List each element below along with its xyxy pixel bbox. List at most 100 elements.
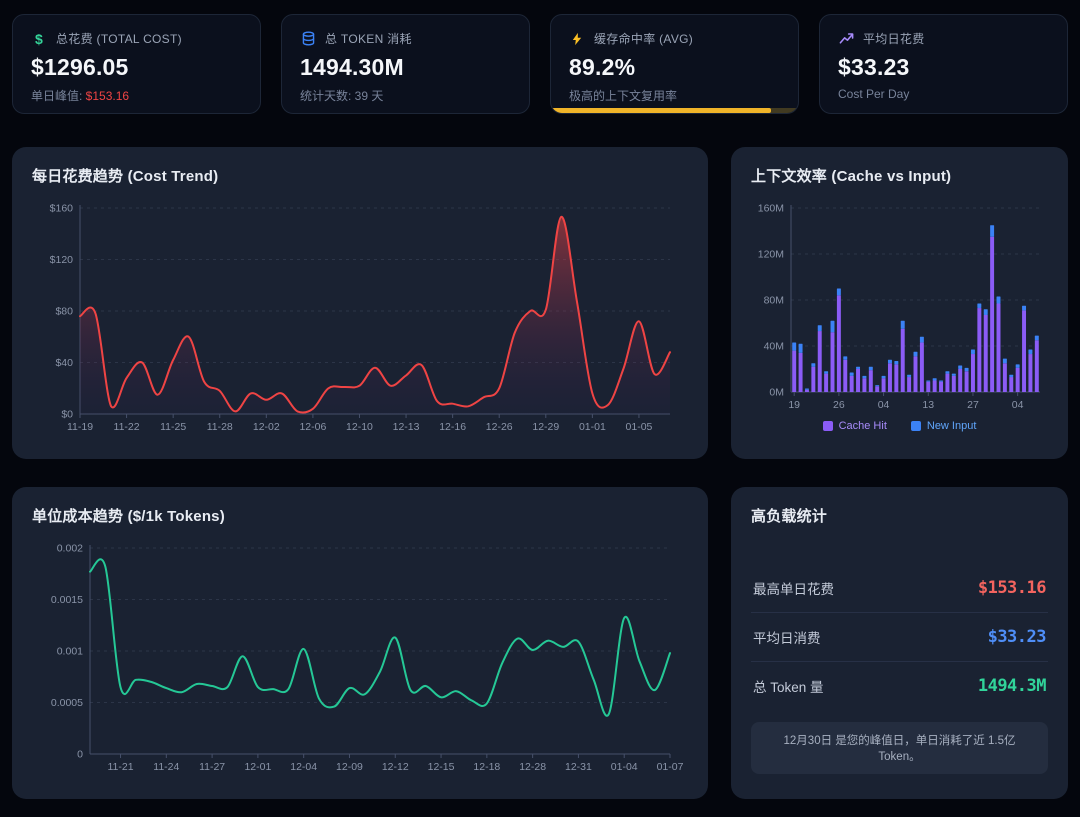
svg-text:40M: 40M bbox=[764, 341, 784, 353]
cache-vs-input-panel: 上下文效率 (Cache vs Input) 0M 40M 80M 120M 160M 1… bbox=[731, 147, 1068, 459]
database-icon bbox=[300, 31, 316, 47]
card-subtext: 统计天数: 39 天 bbox=[300, 87, 511, 104]
svg-text:12-13: 12-13 bbox=[393, 421, 420, 433]
svg-text:12-10: 12-10 bbox=[346, 421, 373, 433]
svg-text:12-09: 12-09 bbox=[336, 761, 363, 773]
card-header: 总 TOKEN 消耗 bbox=[300, 30, 511, 47]
trend-up-icon bbox=[838, 31, 854, 47]
total-tokens-card: 总 TOKEN 消耗 1494.30M 统计天数: 39 天 bbox=[281, 14, 530, 114]
peak-day-note: 12月30日 是您的峰值日，单日消耗了近 1.5亿 Token。 bbox=[751, 722, 1048, 774]
svg-text:12-26: 12-26 bbox=[486, 421, 513, 433]
row-label: 平均日消费 bbox=[753, 627, 821, 647]
svg-text:0: 0 bbox=[77, 749, 83, 761]
svg-text:0M: 0M bbox=[769, 387, 784, 399]
svg-text:13: 13 bbox=[922, 399, 934, 411]
cache-progress-track bbox=[551, 108, 798, 113]
svg-text:0.0015: 0.0015 bbox=[51, 594, 83, 606]
high-load-row-avg-daily: 平均日消费 $33.23 bbox=[751, 613, 1048, 662]
svg-text:$160: $160 bbox=[50, 203, 74, 215]
cache-vs-input-chart: 0M40M80M120M160M192604132704 bbox=[751, 196, 1048, 418]
cost-trend-chart: $0$40$80$120$16011-1911-2211-2511-2812-0… bbox=[32, 196, 686, 440]
svg-text:12-06: 12-06 bbox=[299, 421, 326, 433]
svg-text:12-01: 12-01 bbox=[244, 761, 271, 773]
svg-text:12-31: 12-31 bbox=[565, 761, 592, 773]
svg-text:11-28: 11-28 bbox=[207, 421, 233, 433]
svg-text:12-28: 12-28 bbox=[519, 761, 546, 773]
avg-daily-cost-value: $33.23 bbox=[838, 54, 1049, 81]
card-label: 总花费 (TOTAL COST) bbox=[56, 30, 182, 47]
cache-progress-fill bbox=[551, 108, 771, 113]
card-label: 平均日花费 bbox=[863, 30, 925, 47]
svg-text:120M: 120M bbox=[758, 249, 784, 261]
svg-text:04: 04 bbox=[1012, 399, 1024, 411]
card-header: $ 总花费 (TOTAL COST) bbox=[31, 30, 242, 47]
avg-daily-cost-card: 平均日花费 $33.23 Cost Per Day bbox=[819, 14, 1068, 114]
legend-label: Cache Hit bbox=[839, 420, 887, 432]
cost-trend-panel: 每日花费趋势 (Cost Trend) $0 $40 $80 $120 $160 11-1… bbox=[12, 147, 708, 459]
peak-value: $153.16 bbox=[86, 89, 129, 103]
card-subtext: 单日峰值: $153.16 bbox=[31, 87, 242, 104]
svg-text:11-27: 11-27 bbox=[199, 761, 225, 773]
card-header: 缓存命中率 (AVG) bbox=[569, 30, 780, 47]
svg-text:19: 19 bbox=[788, 399, 800, 411]
svg-text:11-19: 11-19 bbox=[67, 421, 93, 433]
svg-text:11-21: 11-21 bbox=[107, 761, 133, 773]
unit-cost-chart: 0 0.0005 0.001 0.0015 0.002 11-21 11-24 11-27 12… bbox=[32, 536, 686, 780]
high-load-row-max-daily: 最高单日花费 $153.16 bbox=[751, 564, 1048, 613]
svg-text:0.002: 0.002 bbox=[57, 543, 83, 555]
svg-text:12-16: 12-16 bbox=[439, 421, 466, 433]
svg-text:0.001: 0.001 bbox=[57, 646, 83, 658]
legend-item-new-input[interactable]: New Input bbox=[911, 420, 977, 432]
svg-text:12-02: 12-02 bbox=[253, 421, 280, 433]
high-load-title: 高负载统计 bbox=[751, 505, 1048, 526]
card-subtext: 极高的上下文复用率 bbox=[569, 87, 780, 104]
high-load-rows: 最高单日花费 $153.16 平均日消费 $33.23 总 Token 量 14… bbox=[751, 564, 1048, 710]
cache-hit-swatch bbox=[823, 421, 833, 431]
cache-hit-rate-value: 89.2% bbox=[569, 54, 780, 81]
svg-text:12-18: 12-18 bbox=[473, 761, 500, 773]
svg-text:12-04: 12-04 bbox=[290, 761, 317, 773]
card-subtext: Cost Per Day bbox=[838, 87, 1049, 101]
high-load-panel: 高负载统计 最高单日花费 $153.16 平均日消费 $33.23 总 Toke… bbox=[731, 487, 1068, 799]
svg-text:$40: $40 bbox=[55, 357, 73, 369]
row-label: 最高单日花费 bbox=[753, 578, 834, 598]
unit-cost-panel: 单位成本趋势 ($/1k Tokens) 00.00050.0010.00150… bbox=[12, 487, 708, 799]
svg-text:$120: $120 bbox=[50, 254, 74, 266]
svg-text:11-22: 11-22 bbox=[114, 421, 140, 433]
dashboard-page: $ 总花费 (TOTAL COST) $1296.05 单日峰值: $153.1… bbox=[0, 0, 1080, 813]
svg-text:26: 26 bbox=[833, 399, 845, 411]
svg-text:12-12: 12-12 bbox=[382, 761, 409, 773]
cost-trend-title: 每日花费趋势 (Cost Trend) bbox=[32, 165, 688, 186]
total-cost-card: $ 总花费 (TOTAL COST) $1296.05 单日峰值: $153.1… bbox=[12, 14, 261, 114]
total-tokens-value: 1494.30M bbox=[300, 54, 511, 81]
svg-text:11-24: 11-24 bbox=[153, 761, 179, 773]
max-daily-cost-value: $153.16 bbox=[978, 578, 1046, 598]
svg-text:27: 27 bbox=[967, 399, 979, 411]
avg-daily-spend-value: $33.23 bbox=[988, 627, 1046, 647]
cache-hit-rate-card: 缓存命中率 (AVG) 89.2% 极高的上下文复用率 bbox=[550, 14, 799, 114]
svg-text:160M: 160M bbox=[758, 203, 784, 215]
stat-cards-row: $ 总花费 (TOTAL COST) $1296.05 单日峰值: $153.1… bbox=[12, 14, 1068, 114]
svg-text:01-07: 01-07 bbox=[657, 761, 684, 773]
svg-text:01-04: 01-04 bbox=[611, 761, 638, 773]
svg-text:12-29: 12-29 bbox=[532, 421, 559, 433]
peak-label: 单日峰值: bbox=[31, 89, 86, 103]
legend-label: New Input bbox=[927, 420, 977, 432]
dollar-icon: $ bbox=[31, 31, 47, 47]
svg-text:$0: $0 bbox=[61, 409, 73, 421]
card-header: 平均日花费 bbox=[838, 30, 1049, 47]
svg-text:80M: 80M bbox=[764, 295, 784, 307]
panels-grid: 每日花费趋势 (Cost Trend) $0 $40 $80 $120 $160 11-1… bbox=[12, 147, 1068, 799]
legend-item-cache-hit[interactable]: Cache Hit bbox=[823, 420, 887, 432]
total-cost-value: $1296.05 bbox=[31, 54, 242, 81]
high-load-row-total-tokens: 总 Token 量 1494.3M bbox=[751, 662, 1048, 710]
unit-cost-title: 单位成本趋势 ($/1k Tokens) bbox=[32, 505, 688, 526]
svg-text:$80: $80 bbox=[55, 306, 73, 318]
svg-text:0.0005: 0.0005 bbox=[51, 697, 83, 709]
cache-vs-input-title: 上下文效率 (Cache vs Input) bbox=[751, 165, 1048, 186]
svg-text:01-01: 01-01 bbox=[579, 421, 606, 433]
svg-text:01-05: 01-05 bbox=[626, 421, 653, 433]
card-label: 缓存命中率 (AVG) bbox=[594, 30, 693, 47]
svg-text:12-15: 12-15 bbox=[428, 761, 455, 773]
total-tokens-value: 1494.3M bbox=[978, 676, 1046, 696]
